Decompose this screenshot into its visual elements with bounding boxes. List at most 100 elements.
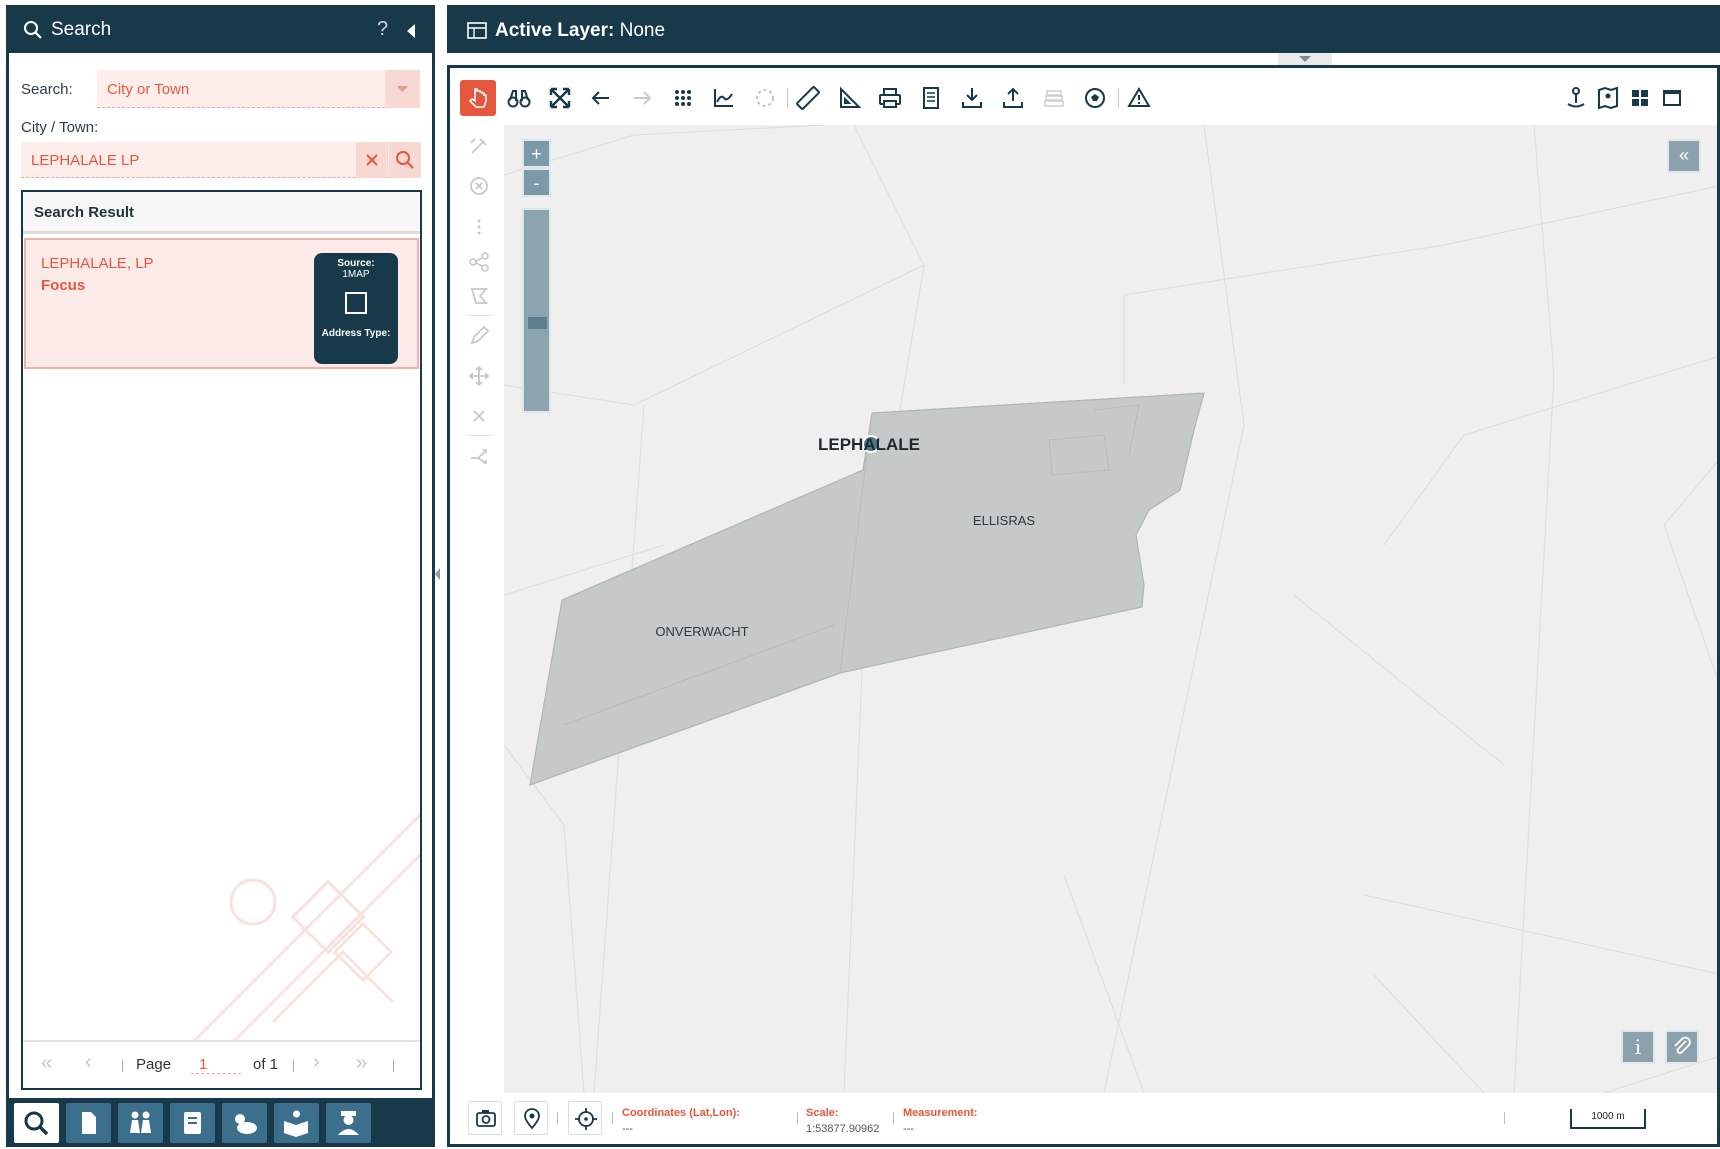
search-panel: Search ? Search: City or Town City / Tow… bbox=[6, 5, 435, 1147]
profile-tool-button[interactable] bbox=[706, 80, 742, 116]
search-type-select[interactable]: City or Town bbox=[97, 70, 420, 108]
search-icon bbox=[23, 20, 43, 40]
ruler-icon bbox=[796, 86, 820, 110]
status-divider bbox=[893, 1112, 894, 1124]
panel-resize-handle-icon[interactable] bbox=[434, 566, 442, 582]
map-frame: LEPHALALE ELLISRAS ONVERWACHT + - « i Co… bbox=[447, 65, 1720, 1147]
nav-document-button[interactable] bbox=[66, 1103, 111, 1143]
set-square-icon bbox=[840, 86, 862, 108]
delete-icon[interactable] bbox=[468, 405, 490, 427]
dropdown-arrow-icon[interactable] bbox=[385, 70, 420, 108]
city-input-value[interactable]: LEPHALALE LP bbox=[31, 152, 139, 169]
status-bar: Coordinates (Lat,Lon): --- Scale: 1:5387… bbox=[450, 1098, 1717, 1144]
zoom-out-button[interactable]: - bbox=[522, 168, 551, 197]
warning-button[interactable] bbox=[1121, 80, 1157, 116]
search-submit-icon[interactable] bbox=[389, 142, 421, 178]
ball-tool-button[interactable] bbox=[1077, 80, 1113, 116]
pager-divider bbox=[122, 1060, 123, 1072]
nav-search-button[interactable] bbox=[14, 1103, 59, 1143]
active-layer-title: Active Layer: None bbox=[495, 20, 666, 41]
single-layout-button[interactable] bbox=[1654, 80, 1690, 116]
city-input[interactable]: LEPHALALE LP bbox=[21, 142, 421, 178]
layers-button[interactable] bbox=[1036, 80, 1072, 116]
focus-link[interactable]: Focus bbox=[41, 277, 85, 294]
collapse-left-icon[interactable] bbox=[407, 24, 417, 38]
zoom-slider-handle[interactable] bbox=[528, 317, 547, 329]
upload-button[interactable] bbox=[995, 80, 1031, 116]
download-button[interactable] bbox=[954, 80, 990, 116]
street-view-button[interactable] bbox=[1558, 80, 1594, 116]
edit-toolbar bbox=[462, 125, 502, 525]
zoom-slider[interactable] bbox=[522, 208, 551, 413]
measurement-value: --- bbox=[903, 1123, 914, 1135]
result-item[interactable]: LEPHALALE, LP Focus Source: 1MAP Address… bbox=[24, 238, 419, 369]
split-icon[interactable] bbox=[468, 445, 490, 467]
angle-tool-button[interactable] bbox=[831, 80, 867, 116]
map-label-onverwacht: ONVERWACHT bbox=[655, 624, 748, 639]
grid-tool-button[interactable] bbox=[665, 80, 701, 116]
prev-page-icon[interactable]: ‹ bbox=[85, 1051, 92, 1074]
last-page-icon[interactable]: » bbox=[356, 1052, 367, 1075]
move-icon[interactable] bbox=[468, 365, 490, 387]
search-result-box: Search Result LEPHALALE, LP Focus Source… bbox=[21, 190, 422, 1090]
share-nodes-icon[interactable] bbox=[468, 251, 490, 273]
search-icon bbox=[24, 1111, 49, 1136]
stack-icon bbox=[1044, 90, 1064, 107]
zoom-in-button[interactable]: + bbox=[522, 139, 551, 168]
hand-pointer-icon bbox=[468, 88, 487, 108]
weather-icon bbox=[235, 1114, 257, 1134]
dashed-circle-icon bbox=[756, 89, 774, 107]
city-label: City / Town: bbox=[21, 119, 99, 136]
nav-book-button[interactable] bbox=[170, 1103, 215, 1143]
clear-icon[interactable] bbox=[356, 142, 388, 178]
pencil-icon[interactable] bbox=[468, 325, 490, 347]
collapse-panel-button[interactable]: « bbox=[1667, 139, 1701, 173]
edit-toolbar-divider bbox=[468, 435, 492, 436]
info-button[interactable]: i bbox=[1621, 1030, 1655, 1064]
map-canvas[interactable]: LEPHALALE ELLISRAS ONVERWACHT + - « i bbox=[504, 125, 1717, 1093]
nav-officer-button[interactable] bbox=[326, 1103, 371, 1143]
first-page-icon[interactable]: « bbox=[41, 1052, 52, 1075]
select-checkbox[interactable] bbox=[345, 292, 367, 314]
edit-geometry-icon[interactable] bbox=[468, 135, 490, 157]
expand-icon bbox=[549, 87, 571, 109]
map-mode-button[interactable] bbox=[1590, 80, 1626, 116]
report-button[interactable] bbox=[913, 80, 949, 116]
location-button[interactable] bbox=[514, 1101, 548, 1135]
decorative-pattern bbox=[193, 812, 420, 1042]
identify-tool-button[interactable] bbox=[501, 80, 537, 116]
page-input[interactable]: 1 bbox=[191, 1056, 241, 1074]
pager: « ‹ Page 1 of 1 › » bbox=[23, 1040, 420, 1088]
scale-label: Scale: bbox=[806, 1107, 839, 1119]
print-button[interactable] bbox=[872, 80, 908, 116]
next-extent-button[interactable] bbox=[624, 80, 660, 116]
polygon-icon[interactable] bbox=[468, 285, 490, 307]
attachment-button[interactable] bbox=[1665, 1030, 1699, 1064]
next-page-icon[interactable]: › bbox=[313, 1051, 320, 1074]
pan-tool-button[interactable] bbox=[460, 80, 496, 116]
map-label-ellisras: ELLISRAS bbox=[973, 513, 1035, 528]
book-icon bbox=[184, 1112, 201, 1134]
grid-layout-button[interactable] bbox=[1622, 80, 1658, 116]
search-type-label: Search: bbox=[21, 81, 73, 98]
nav-people-button[interactable] bbox=[118, 1103, 163, 1143]
screenshot-button[interactable] bbox=[468, 1101, 502, 1135]
header-toggle-tab[interactable] bbox=[1278, 53, 1332, 65]
page-label: Page bbox=[136, 1056, 172, 1073]
previous-extent-button[interactable] bbox=[583, 80, 619, 116]
select-tool-button[interactable] bbox=[747, 80, 783, 116]
status-divider bbox=[557, 1112, 558, 1124]
nav-weather-button[interactable] bbox=[222, 1103, 267, 1143]
help-button[interactable]: ? bbox=[377, 18, 388, 41]
pager-divider bbox=[393, 1060, 394, 1072]
nav-reader-button[interactable] bbox=[274, 1103, 319, 1143]
source-badge: Source: 1MAP Address Type: bbox=[314, 253, 398, 364]
cancel-circle-icon[interactable] bbox=[468, 175, 490, 197]
crosshair-button[interactable] bbox=[568, 1101, 602, 1135]
measure-tool-button[interactable] bbox=[790, 80, 826, 116]
document-icon bbox=[82, 1112, 96, 1134]
full-extent-button[interactable] bbox=[542, 80, 578, 116]
vertical-dots-icon[interactable] bbox=[468, 215, 490, 241]
address-type-label: Address Type: bbox=[321, 328, 391, 339]
result-name[interactable]: LEPHALALE, LP bbox=[41, 255, 154, 272]
